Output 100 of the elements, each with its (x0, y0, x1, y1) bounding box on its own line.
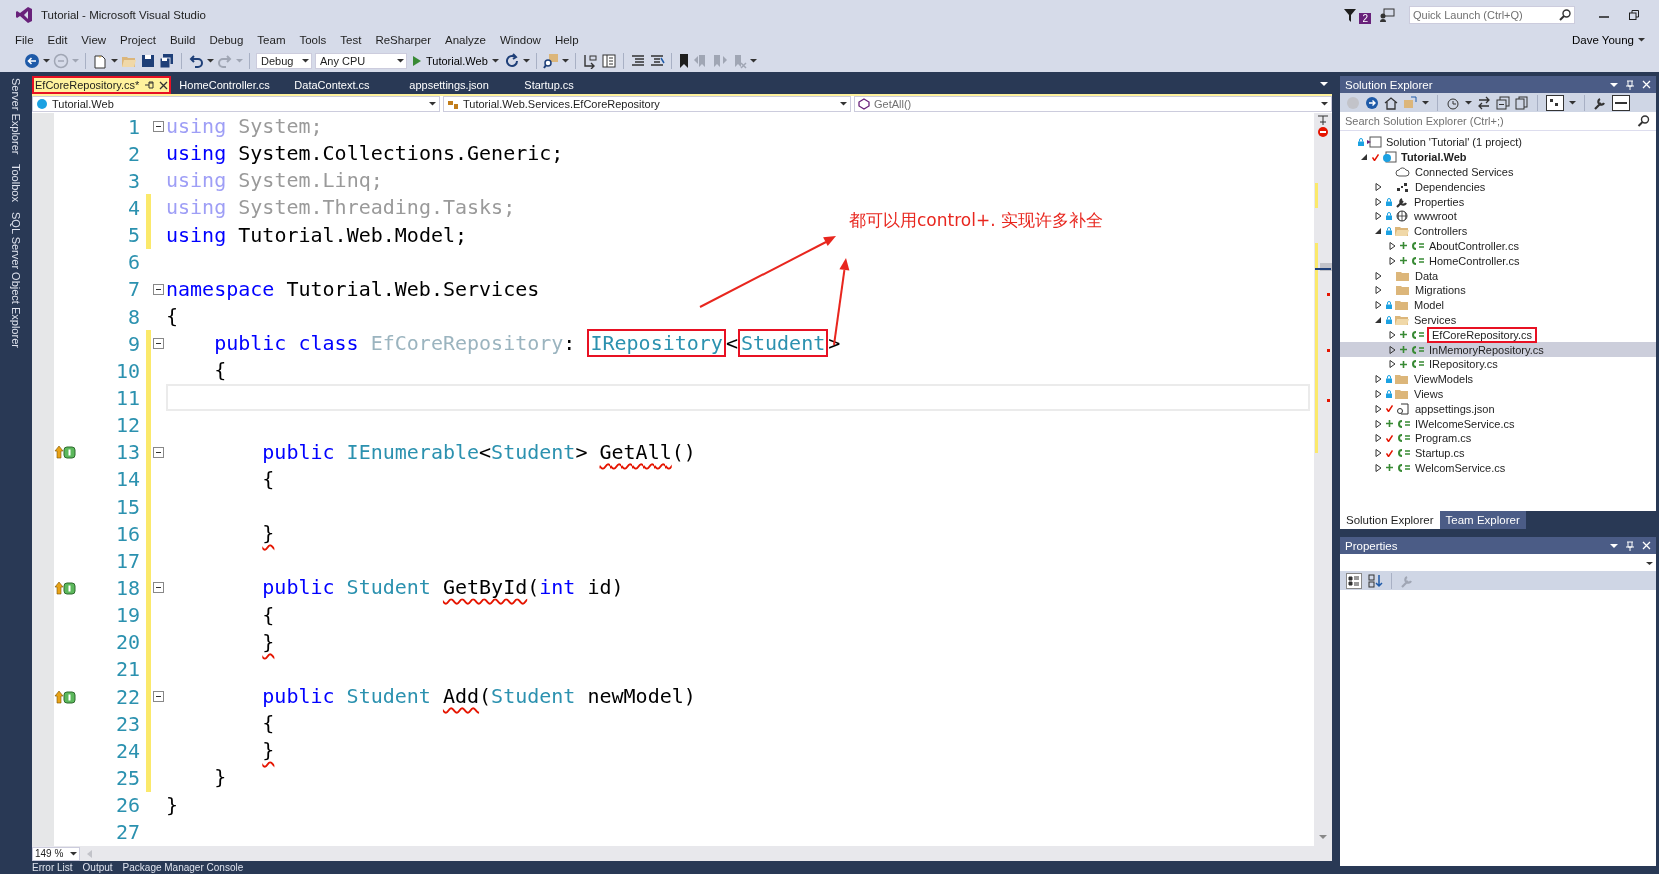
dropdown-icon[interactable] (1610, 541, 1618, 550)
search-field[interactable]: Search Solution Explorer (Ctrl+;) (1345, 115, 1637, 127)
toggle-panel-icon[interactable] (600, 53, 617, 69)
bookmark-icon[interactable] (677, 53, 690, 69)
menu-item[interactable]: Edit (40, 34, 75, 46)
tree-row[interactable]: Services (1340, 312, 1656, 328)
project-dropdown[interactable]: Tutorial.Web (32, 96, 440, 112)
expand-icon[interactable] (1388, 344, 1398, 355)
forward-icon[interactable] (1365, 95, 1379, 110)
menu-item[interactable]: Team (250, 34, 293, 46)
panel-tab[interactable]: Team Explorer (1439, 511, 1526, 529)
menu-item[interactable]: Build (162, 34, 203, 46)
tree-row[interactable]: Migrations (1340, 282, 1656, 298)
pin-icon[interactable] (144, 80, 155, 90)
side-panel-tab[interactable]: Toolbox (10, 164, 22, 203)
expand-icon[interactable] (1374, 418, 1384, 429)
history-icon[interactable] (1446, 95, 1460, 110)
tree-row[interactable]: appsettings.json (1340, 401, 1656, 417)
platform-dropdown[interactable]: Any CPU (315, 53, 407, 69)
back-icon[interactable] (24, 53, 40, 69)
expand-icon[interactable] (1374, 388, 1384, 399)
tree-row[interactable]: Data (1340, 268, 1656, 283)
menu-item[interactable]: Tools (292, 34, 334, 46)
collapse-icon[interactable] (152, 121, 164, 133)
tree-row[interactable]: ViewModels (1340, 371, 1656, 387)
expand-icon[interactable] (1374, 300, 1384, 311)
collapse-icon[interactable] (152, 582, 164, 594)
side-panel-tab[interactable]: SQL Server Object Explorer (10, 212, 22, 349)
member-dropdown[interactable]: GetAll() (854, 96, 1332, 112)
document-tab[interactable]: EfCoreRepository.cs* (32, 76, 172, 94)
tool-window-tab[interactable]: Error List (32, 863, 73, 873)
expand-icon[interactable] (1374, 270, 1384, 281)
start-button[interactable]: Tutorial.Web (410, 55, 501, 67)
tree-row[interactable]: Solution 'Tutorial' (1 project) (1340, 135, 1656, 150)
tree-row[interactable]: IRepository.cs (1340, 356, 1656, 372)
tree-row[interactable]: Views (1340, 386, 1656, 402)
step-into-icon[interactable] (581, 53, 598, 69)
menu-item[interactable]: Window (492, 34, 548, 46)
tool-window-tab[interactable]: Package Manager Console (122, 863, 244, 873)
side-panel-tab[interactable]: Server Explorer (10, 78, 22, 155)
expand-icon[interactable] (1388, 240, 1398, 251)
find-in-files-icon[interactable] (542, 53, 559, 69)
tree-row[interactable]: Dependencies (1340, 179, 1656, 195)
expand-icon[interactable] (1388, 255, 1398, 266)
filter-icon[interactable] (1343, 7, 1358, 23)
tree-row[interactable]: Model (1340, 297, 1656, 313)
tree-row[interactable]: Startup.cs (1340, 445, 1656, 461)
tree-row[interactable]: IWelcomeService.cs (1340, 416, 1656, 431)
collapse-icon[interactable] (1360, 152, 1370, 163)
account-menu[interactable]: Dave Young (1571, 34, 1645, 46)
menu-item[interactable]: View (74, 34, 114, 46)
new-project-icon[interactable] (92, 53, 108, 69)
panel-tab[interactable]: Solution Explorer (1340, 511, 1440, 529)
preview-icon[interactable] (1612, 94, 1630, 111)
collapse-icon[interactable] (152, 283, 164, 295)
tree-row[interactable]: Program.cs (1340, 430, 1656, 446)
document-tab[interactable]: HomeController.cs (171, 76, 287, 94)
tree-row[interactable]: wwwroot (1340, 209, 1656, 224)
alphabetical-icon[interactable] (1367, 572, 1383, 589)
collapse-all-icon[interactable] (1496, 95, 1510, 110)
menu-item[interactable]: Analyze (438, 34, 493, 46)
tree-row[interactable]: HomeController.cs (1340, 253, 1656, 269)
tab-list-icon[interactable] (1320, 80, 1328, 88)
menu-item[interactable]: File (8, 34, 41, 46)
feedback-icon[interactable] (1379, 7, 1395, 23)
view-toggle-icon[interactable] (1546, 94, 1564, 111)
close-icon[interactable] (159, 80, 169, 90)
swap-icon[interactable] (1477, 95, 1491, 110)
tree-row[interactable]: Connected Services (1340, 164, 1656, 180)
copy-icon[interactable] (1515, 95, 1529, 110)
wrench-icon[interactable] (1593, 95, 1607, 110)
document-tab[interactable]: DataContext.cs (286, 76, 402, 94)
expand-icon[interactable] (1374, 462, 1384, 473)
tree-row[interactable]: WelcomService.cs (1340, 460, 1656, 476)
expand-icon[interactable] (1374, 403, 1384, 414)
categorized-icon[interactable] (1346, 572, 1362, 589)
expand-icon[interactable] (1374, 448, 1384, 459)
tree-row[interactable]: EfCoreRepository.cs (1340, 327, 1656, 343)
expand-icon[interactable] (1388, 359, 1398, 370)
tree-row[interactable]: Properties (1340, 194, 1656, 209)
expand-icon[interactable] (1374, 181, 1384, 192)
collapse-icon[interactable] (152, 338, 164, 350)
menu-item[interactable]: Project (113, 34, 163, 46)
zoom-dropdown[interactable]: 149 % (32, 846, 80, 861)
menu-item[interactable]: Debug (202, 34, 251, 46)
expand-icon[interactable] (1388, 329, 1398, 340)
menu-item[interactable]: Test (333, 34, 369, 46)
refresh-icon[interactable] (503, 53, 520, 69)
save-icon[interactable] (140, 53, 156, 69)
quick-launch-field[interactable]: Quick Launch (Ctrl+Q) (1409, 6, 1575, 24)
document-tab[interactable]: Startup.cs (516, 76, 632, 94)
undo-icon[interactable] (188, 53, 204, 69)
collapse-icon[interactable] (152, 691, 164, 702)
search-box[interactable]: Search Solution Explorer (Ctrl+;) (1340, 112, 1656, 131)
tree-row[interactable]: Controllers (1340, 223, 1656, 239)
configuration-dropdown[interactable]: Debug (256, 53, 312, 69)
save-all-icon[interactable] (159, 53, 175, 69)
tree-row[interactable]: AboutController.cs (1340, 238, 1656, 254)
menu-item[interactable]: ReSharper (368, 34, 439, 46)
tree-row[interactable]: InMemoryRepository.cs (1340, 342, 1656, 357)
